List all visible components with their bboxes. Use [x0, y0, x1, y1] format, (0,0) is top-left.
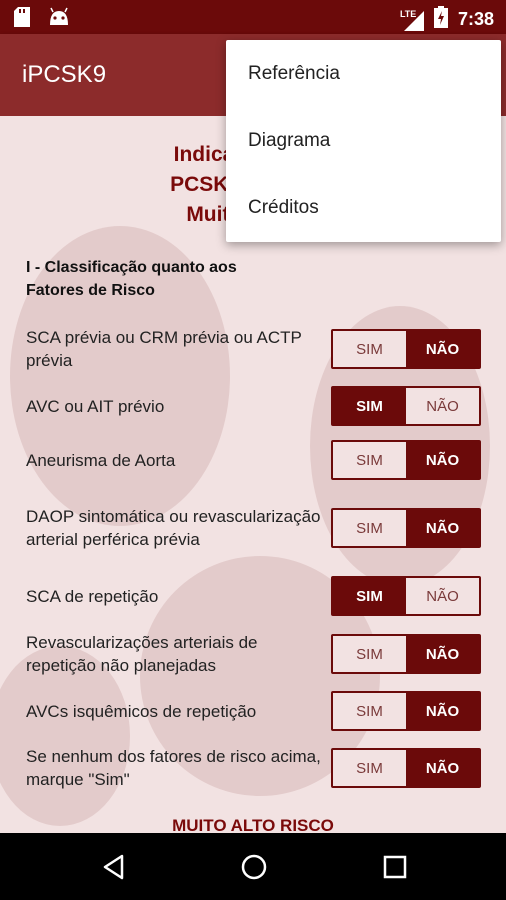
yes-option[interactable]: SIM: [333, 331, 406, 367]
sd-card-icon: [14, 7, 30, 32]
yes-no-toggle: SIM NÃO: [331, 440, 481, 480]
risk-row-label: DAOP sintomática ou revascularização art…: [26, 507, 321, 549]
risk-row: AVCs isquêmicos de repetição SIM NÃO: [26, 691, 481, 731]
android-icon: [48, 7, 70, 32]
recents-icon[interactable]: [381, 853, 409, 886]
section-title-line-1: I - Classificação quanto aos: [26, 259, 237, 276]
risk-row-label: Aneurisma de Aorta: [26, 450, 176, 470]
status-bar: LTE 7:38: [0, 0, 506, 34]
risk-row-label: SCA prévia ou CRM prévia ou ACTP prévia: [26, 328, 302, 370]
risk-row: SCA de repetição SIM NÃO: [26, 576, 481, 616]
risk-row: Revascularizações arteriais de repetição…: [26, 630, 481, 678]
risk-row: Aneurisma de Aorta SIM NÃO: [26, 440, 481, 480]
risk-row-label: Se nenhum dos fatores de risco acima, ma…: [26, 747, 321, 789]
no-option[interactable]: NÃO: [406, 693, 479, 729]
yes-no-toggle: SIM NÃO: [331, 576, 481, 616]
yes-option[interactable]: SIM: [333, 510, 406, 546]
yes-no-toggle: SIM NÃO: [331, 508, 481, 548]
risk-row: Se nenhum dos fatores de risco acima, ma…: [26, 744, 481, 792]
risk-result-label: MUITO ALTO RISCO: [172, 816, 334, 833]
risk-row: SCA prévia ou CRM prévia ou ACTP prévia …: [26, 322, 481, 376]
app-title: iPCSK9: [22, 61, 107, 88]
no-option[interactable]: NÃO: [406, 636, 479, 672]
no-option[interactable]: NÃO: [406, 578, 479, 614]
menu-item-diagrama[interactable]: Diagrama: [226, 107, 501, 174]
no-option[interactable]: NÃO: [406, 750, 479, 786]
yes-option[interactable]: SIM: [333, 750, 406, 786]
yes-option[interactable]: SIM: [333, 442, 406, 478]
yes-no-toggle: SIM NÃO: [331, 634, 481, 674]
home-icon[interactable]: [240, 853, 268, 886]
clock: 7:38: [457, 9, 494, 29]
yes-option[interactable]: SIM: [333, 388, 406, 424]
signal-icon: LTE: [400, 9, 424, 31]
yes-no-toggle: SIM NÃO: [331, 748, 481, 788]
no-option[interactable]: NÃO: [406, 442, 479, 478]
section-title-line-2: Fatores de Risco: [26, 282, 155, 299]
yes-no-toggle: SIM NÃO: [331, 386, 481, 426]
yes-option[interactable]: SIM: [333, 578, 406, 614]
menu-item-referencia[interactable]: Referência: [226, 40, 501, 107]
navigation-bar: [0, 833, 506, 900]
menu-item-creditos[interactable]: Créditos: [226, 174, 501, 241]
no-option[interactable]: NÃO: [406, 331, 479, 367]
yes-option[interactable]: SIM: [333, 693, 406, 729]
section-title: I - Classificação quanto aos Fatores de …: [26, 256, 326, 302]
back-icon[interactable]: [100, 853, 128, 886]
yes-no-toggle: SIM NÃO: [331, 329, 481, 369]
battery-icon: [433, 6, 448, 33]
risk-row-label: AVC ou AIT prévio: [26, 396, 165, 416]
risk-row: DAOP sintomática ou revascularização art…: [26, 492, 481, 564]
yes-option[interactable]: SIM: [333, 636, 406, 672]
risk-row-label: AVCs isquêmicos de repetição: [26, 701, 257, 721]
overflow-menu: Referência Diagrama Créditos: [226, 40, 501, 242]
no-option[interactable]: NÃO: [406, 388, 479, 424]
risk-row-label: Revascularizações arteriais de repetição…: [26, 633, 258, 675]
no-option[interactable]: NÃO: [406, 510, 479, 546]
yes-no-toggle: SIM NÃO: [331, 691, 481, 731]
risk-row-label: SCA de repetição: [26, 586, 159, 606]
risk-row: AVC ou AIT prévio SIM NÃO: [26, 386, 481, 426]
